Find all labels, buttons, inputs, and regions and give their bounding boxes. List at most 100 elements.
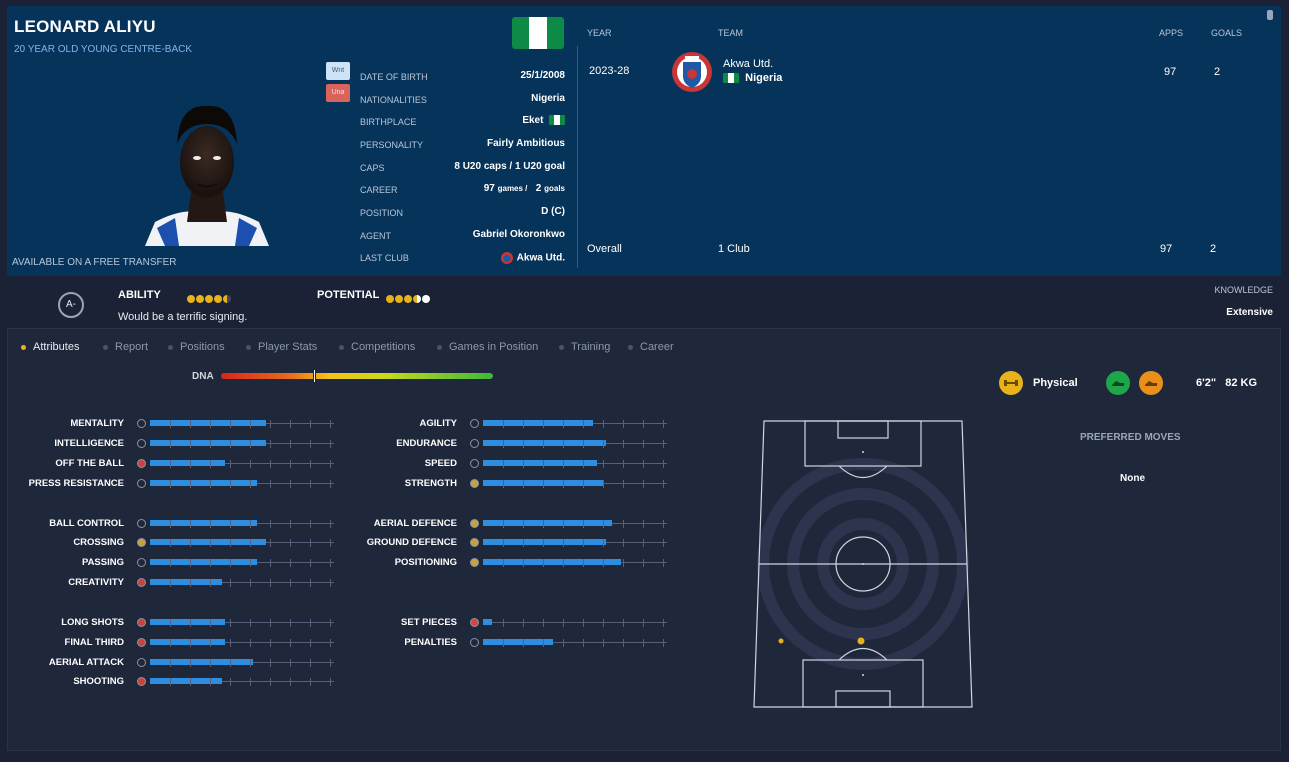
dna-marker: [313, 369, 316, 383]
agent-value[interactable]: Gabriel Okoronkwo: [473, 229, 565, 240]
attribute-tick: [190, 440, 191, 448]
tab-dot-icon: [21, 344, 26, 350]
attribute-tick: [643, 460, 644, 468]
status-tag-unavailable[interactable]: Una: [326, 84, 350, 102]
attribute-tick: [250, 480, 251, 488]
history-header-goals[interactable]: GOALS: [1211, 28, 1242, 38]
attribute-tick: [190, 619, 191, 627]
attribute-name: FINAL THIRD: [64, 637, 124, 648]
tab-training[interactable]: Training: [559, 341, 610, 353]
attribute-tick: [623, 440, 624, 448]
history-team[interactable]: Akwa Utd.: [723, 58, 773, 70]
tab-career[interactable]: Career: [628, 341, 674, 353]
history-country-text: Nigeria: [745, 72, 783, 84]
career-games: 97: [483, 183, 495, 194]
attribute-tick: [583, 520, 584, 528]
attribute-tick: [270, 460, 271, 468]
attribute-name: BALL CONTROL: [49, 518, 124, 529]
nationality-label: NATIONALITIES: [360, 95, 427, 105]
attribute-tick: [623, 619, 624, 627]
attribute-tick: [603, 440, 604, 448]
tab-player-stats[interactable]: Player Stats: [246, 341, 317, 353]
panel-scroll-handle[interactable]: [1267, 10, 1273, 20]
attribute-rating-icon: [137, 538, 146, 547]
attribute-tick: [210, 440, 211, 448]
attribute-tick: [330, 539, 331, 547]
nationality-value[interactable]: Nigeria: [531, 93, 565, 104]
attribute-tick: [643, 559, 644, 567]
tab-report[interactable]: Report: [103, 341, 148, 353]
height-value: 6'2": [1196, 377, 1217, 389]
attribute-rating-icon: [137, 439, 146, 448]
attribute-tick: [643, 440, 644, 448]
info-personality: PERSONALITY Fairly Ambitious: [360, 134, 565, 156]
attribute-tick: [503, 539, 504, 547]
attribute-tick: [543, 460, 544, 468]
attribute-tick: [310, 559, 311, 567]
attribute-rating-icon: [137, 578, 146, 587]
attribute-tick: [290, 678, 291, 686]
tab-label: Report: [115, 341, 149, 353]
attribute-tick: [230, 579, 231, 587]
star-empty-icon: [422, 294, 430, 303]
tab-label: Competitions: [351, 341, 416, 353]
attribute-tick: [270, 678, 271, 686]
attribute-tick: [250, 659, 251, 667]
attribute-tick: [250, 460, 251, 468]
info-nationality: NATIONALITIES Nigeria: [360, 89, 565, 111]
history-header-year[interactable]: YEAR: [587, 28, 612, 38]
attribute-name: AERIAL ATTACK: [48, 657, 124, 668]
attribute-tick: [290, 520, 291, 528]
career-games-unit: games /: [497, 184, 528, 193]
history-header-team[interactable]: TEAM: [718, 28, 743, 38]
attribute-tick: [270, 639, 271, 647]
attribute-tick: [543, 480, 544, 488]
attribute-name: ENDURANCE: [396, 438, 457, 449]
tab-competitions[interactable]: Competitions: [339, 341, 415, 353]
star-full-icon: [404, 294, 412, 303]
height-weight: 6'2" 82 KG: [1196, 377, 1257, 389]
position-pitch: [753, 420, 973, 708]
history-header-apps[interactable]: APPS: [1159, 28, 1183, 38]
attribute-tick: [170, 480, 171, 488]
attribute-tick: [503, 420, 504, 428]
attribute-tick: [503, 639, 504, 647]
attribute-bar: [150, 539, 266, 545]
attribute-tick: [290, 440, 291, 448]
attribute-tick: [583, 480, 584, 488]
player-header-panel: LEONARD ALIYU 20 YEAR OLD YOUNG CENTRE-B…: [7, 6, 1281, 276]
attribute-tick: [583, 559, 584, 567]
attribute-name: SHOOTING: [73, 676, 124, 687]
star-half-icon: [413, 294, 421, 303]
attribute-tick: [250, 619, 251, 627]
attribute-tick: [330, 460, 331, 468]
caps-value: 8 U20 caps / 1 U20 goal: [454, 161, 565, 172]
attribute-tick: [310, 480, 311, 488]
attribute-tick: [270, 520, 271, 528]
attribute-tick: [603, 639, 604, 647]
attribute-rating-icon: [470, 558, 479, 567]
tab-dot-icon: [339, 344, 344, 350]
overall-apps: 97: [1160, 243, 1173, 255]
birthplace-value[interactable]: Eket: [522, 115, 565, 126]
attribute-tick: [170, 619, 171, 627]
attribute-rating-icon: [137, 419, 146, 428]
attribute-tick: [503, 460, 504, 468]
attribute-tick: [663, 559, 664, 567]
attribute-tick: [290, 559, 291, 567]
attribute-tick: [290, 460, 291, 468]
attribute-tick: [270, 420, 271, 428]
tab-positions[interactable]: Positions: [168, 341, 225, 353]
tab-attributes[interactable]: Attributes: [21, 341, 79, 353]
status-tag-wanted[interactable]: Wnt: [326, 62, 350, 80]
attribute-tick: [543, 539, 544, 547]
last-club-value[interactable]: Akwa Utd.: [500, 251, 565, 265]
tab-dot-icon: [628, 344, 633, 350]
attribute-tick: [310, 678, 311, 686]
attribute-tick: [330, 559, 331, 567]
attribute-name: CREATIVITY: [68, 577, 124, 588]
attribute-tick: [663, 619, 664, 627]
overall-label: Overall: [587, 243, 622, 255]
attribute-tick: [230, 659, 231, 667]
tab-games-in-position[interactable]: Games in Position: [437, 341, 538, 353]
